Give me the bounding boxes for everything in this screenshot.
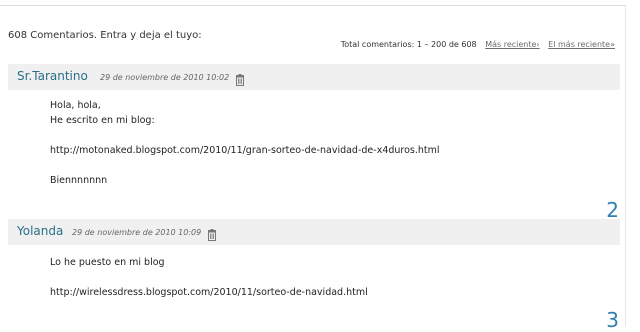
comment-author[interactable]: Sr.Tarantino <box>17 69 88 83</box>
comment-line: Lo he puesto en mi blog <box>50 257 165 268</box>
top-divider <box>0 5 626 6</box>
comments-heading: 608 Comentarios. Entra y deja el tuyo: <box>8 30 202 41</box>
comment-header: Yolanda 29 de noviembre de 2010 10:09 <box>8 219 620 245</box>
comment-link[interactable]: http://motonaked.blogspot.com/2010/11/gr… <box>50 143 440 158</box>
comment-link[interactable]: http://wirelessdress.blogspot.com/2010/1… <box>50 285 368 300</box>
comment-body: Lo he puesto en mi blog http://wirelessd… <box>50 255 368 300</box>
newest-link[interactable]: El más reciente» <box>548 40 615 49</box>
comment-line <box>50 128 440 143</box>
comment-body: Hola, hola, He escrito en mi blog: http:/… <box>50 98 440 188</box>
comment-date[interactable]: 29 de noviembre de 2010 10:09 <box>72 228 201 237</box>
comment-number[interactable]: 3 <box>606 308 619 332</box>
comment-line: Biennnnnnn <box>50 175 108 186</box>
comment-header: Sr.Tarantino 29 de noviembre de 2010 10:… <box>8 64 620 90</box>
comment-line: Hola, hola, <box>50 100 101 111</box>
comment-line <box>50 270 368 285</box>
comment-date[interactable]: 29 de noviembre de 2010 10:02 <box>100 73 229 82</box>
newer-link[interactable]: Más reciente› <box>485 40 539 49</box>
right-divider <box>625 5 626 327</box>
pager: Total comentarios: 1 – 200 de 608 Más re… <box>341 40 615 49</box>
comment-line <box>50 158 440 173</box>
trash-icon[interactable] <box>234 71 246 86</box>
comment-author[interactable]: Yolanda <box>17 224 63 238</box>
pager-total: Total comentarios: 1 – 200 de 608 <box>340 40 477 49</box>
comment-line: He escrito en mi blog: <box>50 115 155 126</box>
trash-icon[interactable] <box>206 226 218 241</box>
